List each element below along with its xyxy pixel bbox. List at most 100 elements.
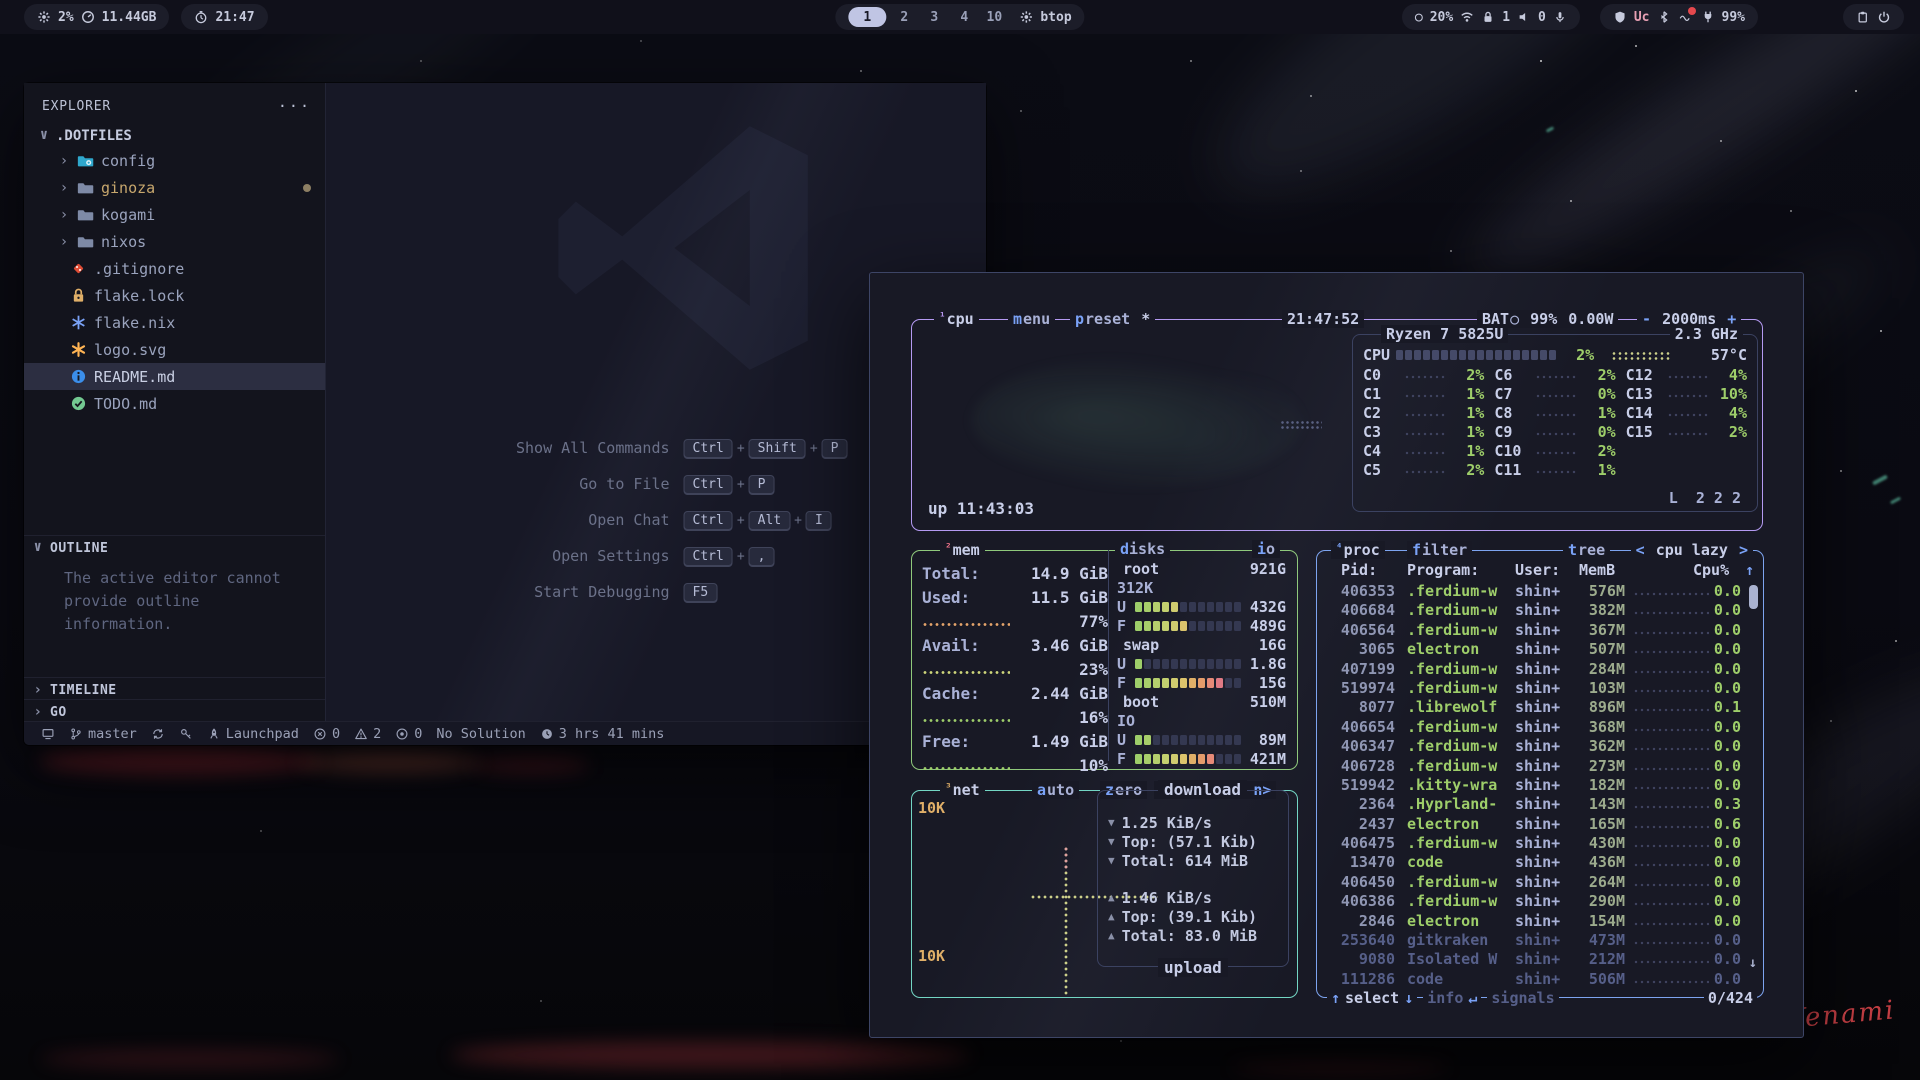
hardware-pill[interactable]: ○ 20% 1 0 (1402, 4, 1580, 30)
mem-stat-value: 11.5 GiB (1031, 588, 1108, 607)
process-row[interactable]: 406386.ferdium-wshin+290M0.0 (1317, 892, 1763, 911)
io-toggle[interactable]: io (1252, 540, 1280, 558)
wifi-icon[interactable] (1460, 10, 1474, 24)
clipboard-icon[interactable] (1856, 10, 1870, 24)
process-row[interactable]: 111286codeshin+506M0.0 (1317, 970, 1763, 989)
shortcut-keys: Ctrl+Shift+P (684, 439, 848, 458)
workspace-3[interactable]: 3 (922, 7, 946, 27)
statusbar-feedback[interactable]: 0 (388, 722, 429, 745)
process-row[interactable]: 519974.ferdium-wshin+103M0.0 (1317, 679, 1763, 698)
statusbar-feedback-label: 0 (414, 726, 422, 742)
process-row[interactable]: 8077.librewolfshin+896M0.1 (1317, 698, 1763, 717)
process-row[interactable]: 519942.kitty-wrashin+182M0.0 (1317, 776, 1763, 795)
process-row[interactable]: 406353.ferdium-wshin+576M0.0 (1317, 582, 1763, 601)
process-row[interactable]: 406564.ferdium-wshin+367M0.0 (1317, 621, 1763, 640)
proc-cell: .ferdium-w (1407, 834, 1497, 852)
statusbar-remote-indicator[interactable] (34, 722, 62, 745)
clock-pill[interactable]: 21:47 (181, 4, 267, 30)
tree-item-flake-lock[interactable]: flake.lock (24, 282, 325, 309)
tree-item-flake-nix[interactable]: flake.nix (24, 309, 325, 336)
core-pct: 1% (1450, 385, 1484, 403)
process-row[interactable]: 9080Isolated Wshin+212M0.0 (1317, 950, 1763, 969)
system-stats-pill[interactable]: 2% 11.44GB (24, 4, 169, 30)
process-row[interactable]: 2364.Hyprland-shin+143M0.3 (1317, 795, 1763, 814)
proc-cell: 506M (1569, 970, 1625, 988)
explorer-more-icon[interactable]: ··· (278, 97, 311, 115)
process-row[interactable]: 406654.ferdium-wshin+368M0.0 (1317, 718, 1763, 737)
desktop: Yenami 2% 11.44GB 21:47 123410 btop ○ 20… (0, 0, 1920, 1080)
proc-cell: 0.0 (1689, 621, 1741, 639)
core-grid: C02%C11%C21%C31%C41%C52%C62%C70%C81%C90%… (1363, 365, 1747, 479)
proc-cell: 3065 (1323, 640, 1395, 658)
upload-label: upload (1158, 958, 1228, 977)
tree-item-logo-svg[interactable]: logo.svg (24, 336, 325, 363)
tree-item-nixos[interactable]: ›nixos (24, 228, 325, 255)
tree-item--gitignore[interactable]: .gitignore (24, 255, 325, 282)
net-box-title[interactable]: ³net (940, 781, 985, 799)
statusbar-warnings[interactable]: 2 (347, 722, 388, 745)
scroll-down-icon[interactable]: ↓ (1749, 955, 1757, 971)
go-section-header[interactable]: › GO (24, 699, 325, 724)
tree-item-ginoza[interactable]: ›ginoza (24, 174, 325, 201)
info-hint[interactable]: info↵ (1423, 989, 1481, 1007)
select-hint[interactable]: ↑select↓ (1327, 989, 1417, 1007)
preset-button[interactable]: preset * (1070, 310, 1155, 328)
cpu-box-title[interactable]: ¹cpu (934, 310, 979, 328)
mem-box-title[interactable]: ²mem (940, 541, 985, 559)
special-workspace-label[interactable]: btop (1040, 10, 1071, 25)
proc-tree-button[interactable]: tree (1563, 541, 1610, 559)
tree-item-config[interactable]: ›config (24, 147, 325, 174)
recorder-tray-icon[interactable] (1678, 10, 1694, 24)
proc-sort-selector[interactable]: < cpu lazy > (1631, 541, 1753, 559)
proc-cell: shin+ (1515, 873, 1560, 891)
proc-cell: .ferdium-w (1407, 679, 1497, 697)
process-row[interactable]: 406347.ferdium-wshin+362M0.0 (1317, 737, 1763, 756)
chevron-down-icon: ∨ (38, 127, 50, 143)
disk-uf-label: F (1117, 750, 1130, 768)
workspace-1[interactable]: 1 (848, 7, 886, 27)
process-row[interactable]: 407199.ferdium-wshin+284M0.0 (1317, 660, 1763, 679)
net-auto-button[interactable]: auto (1032, 781, 1079, 799)
statusbar-errors[interactable]: 0 (306, 722, 347, 745)
power-icon[interactable] (1877, 10, 1891, 24)
process-row[interactable]: 406728.ferdium-wshin+273M0.0 (1317, 757, 1763, 776)
process-row[interactable]: 406475.ferdium-wshin+430M0.0 (1317, 834, 1763, 853)
bluetooth-icon[interactable] (1657, 10, 1671, 24)
process-row[interactable]: 253640gitkrakenshin+473M0.0 (1317, 931, 1763, 950)
process-row[interactable]: 13470codeshin+436M0.0 (1317, 853, 1763, 872)
menu-button[interactable]: menu (1008, 310, 1055, 328)
tree-item-todo-md[interactable]: TODO.md (24, 390, 325, 417)
signals-hint[interactable]: signals (1487, 989, 1558, 1007)
proc-filter-button[interactable]: filter (1407, 541, 1472, 559)
statusbar-sync[interactable] (144, 722, 172, 745)
workspace-2[interactable]: 2 (892, 7, 916, 27)
outline-section-header[interactable]: ∨ OUTLINE (24, 535, 325, 560)
statusbar-solution[interactable]: No Solution (429, 722, 532, 745)
process-row[interactable]: 2437electronshin+165M0.6 (1317, 815, 1763, 834)
proc-scrollbar[interactable] (1749, 585, 1758, 609)
tree-item-label: nixos (101, 233, 146, 251)
vpn-shield-icon[interactable] (1613, 10, 1627, 24)
proc-columns-header[interactable]: Pid: Program: User: MemB Cpu% ↑ (1317, 561, 1763, 580)
workspace-4[interactable]: 4 (952, 7, 976, 27)
process-row[interactable]: 2846electronshin+154M0.0 (1317, 912, 1763, 931)
statusbar-git-branch[interactable]: master (62, 722, 144, 745)
tree-item-readme-md[interactable]: README.md (24, 363, 325, 390)
speaker-icon[interactable] (1517, 10, 1531, 24)
process-row[interactable]: 406684.ferdium-wshin+382M0.0 (1317, 601, 1763, 620)
proc-box-title[interactable]: ⁴proc (1331, 541, 1385, 559)
disks-title[interactable]: disks (1115, 540, 1170, 558)
project-root-row[interactable]: ∨ .DOTFILES (24, 125, 325, 147)
statusbar-time-tracker[interactable]: 3 hrs 41 mins (533, 722, 672, 745)
proc-cell: 507M (1569, 640, 1625, 658)
process-row[interactable]: 3065electronshin+507M0.0 (1317, 640, 1763, 659)
tree-item-kogami[interactable]: ›kogami (24, 201, 325, 228)
mem-stat-label: Cache: (922, 684, 980, 703)
statusbar-launchpad[interactable]: Launchpad (200, 722, 306, 745)
process-row[interactable]: 406450.ferdium-wshin+264M0.0 (1317, 873, 1763, 892)
uc-tray-icon[interactable]: Uc (1634, 10, 1650, 25)
workspace-10[interactable]: 10 (982, 7, 1006, 27)
mic-icon[interactable] (1553, 10, 1567, 24)
meter-block (1135, 659, 1142, 669)
statusbar-tools[interactable] (172, 722, 200, 745)
